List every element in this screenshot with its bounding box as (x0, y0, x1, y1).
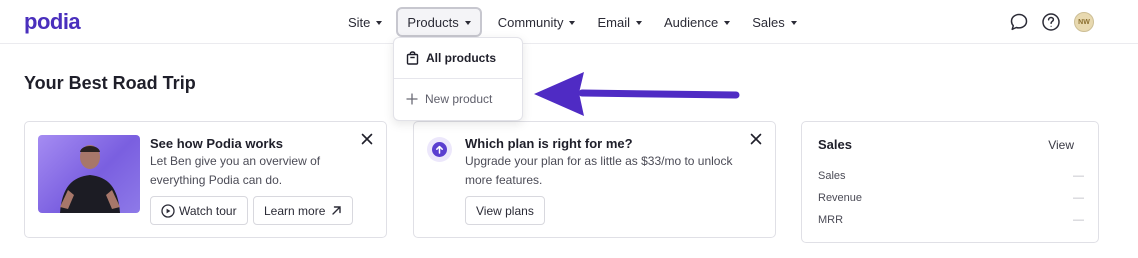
external-arrow-icon (332, 206, 342, 215)
products-dropdown-menu: All products New product (393, 37, 523, 121)
how-podia-works-card: See how Podia works Let Ben give you an … (24, 121, 387, 238)
play-circle-icon (161, 203, 175, 218)
video-thumbnail[interactable] (38, 135, 140, 213)
stat-row-revenue: Revenue — (818, 192, 1084, 204)
stat-label: Revenue (818, 192, 863, 204)
question-circle-icon[interactable] (1040, 11, 1062, 33)
nav-item-label: Products (407, 14, 459, 30)
caret-down-icon (376, 20, 383, 25)
menu-item-label: New product (425, 92, 493, 106)
button-label: Watch tour (179, 203, 237, 218)
menu-item-all-products[interactable]: All products (394, 38, 522, 79)
caret-down-icon (569, 20, 576, 25)
sales-card: Sales View Sales — Revenue — MRR — (801, 121, 1099, 243)
chat-bubble-icon[interactable] (1008, 11, 1030, 33)
stat-row-sales: Sales — (818, 170, 1084, 182)
plus-icon (406, 93, 418, 105)
nav-item-label: Email (597, 14, 630, 30)
stat-value: — (1073, 170, 1084, 182)
nav-item-email[interactable]: Email (589, 7, 650, 37)
annotation-arrow-icon (534, 72, 740, 116)
menu-item-new-product[interactable]: New product (394, 79, 522, 119)
podia-logo[interactable]: podia (24, 9, 81, 35)
learn-more-button[interactable]: Learn more (253, 196, 354, 225)
stat-value: — (1073, 214, 1084, 226)
top-navigation: podia Site Products Community Email Audi… (0, 0, 1138, 44)
stat-row-mrr: MRR — (818, 214, 1084, 226)
main-nav: Site Products Community Email Audience S… (340, 7, 811, 37)
sales-card-title: Sales (818, 137, 852, 152)
user-avatar[interactable]: NW (1074, 12, 1094, 32)
watch-tour-button[interactable]: Watch tour (150, 196, 248, 225)
shopping-bag-icon (406, 51, 419, 65)
button-label: View plans (476, 203, 534, 218)
nav-item-label: Audience (663, 14, 719, 30)
nav-item-audience[interactable]: Audience (656, 7, 738, 37)
card-title: See how Podia works (150, 136, 283, 151)
card-description: Upgrade your plan for as little as $33/m… (465, 154, 733, 187)
header-actions: NW (998, 11, 1094, 33)
stat-value: — (1073, 192, 1084, 204)
caret-down-icon (635, 20, 642, 25)
nav-item-label: Community (497, 14, 564, 30)
upgrade-arrow-icon (427, 137, 452, 162)
card-description: Let Ben give you an overview of everythi… (150, 154, 321, 187)
nav-item-community[interactable]: Community (490, 7, 584, 37)
card-title: Which plan is right for me? (465, 136, 633, 151)
stat-label: Sales (818, 170, 846, 182)
caret-down-icon (724, 20, 731, 25)
nav-item-products[interactable]: Products (396, 7, 482, 37)
stat-label: MRR (818, 214, 844, 226)
nav-item-sales[interactable]: Sales (744, 7, 805, 37)
plan-card: Which plan is right for me? Upgrade your… (413, 121, 776, 238)
view-plans-button[interactable]: View plans (465, 196, 545, 225)
nav-item-site[interactable]: Site (340, 7, 390, 37)
button-label: Learn more (264, 203, 326, 218)
nav-item-label: Sales (752, 14, 785, 30)
close-icon[interactable] (749, 132, 763, 146)
sales-view-link[interactable]: View (1048, 138, 1074, 152)
caret-down-icon (464, 20, 471, 25)
caret-down-icon (790, 20, 797, 25)
nav-item-label: Site (348, 14, 371, 30)
close-icon[interactable] (360, 132, 374, 146)
menu-item-label: All products (426, 51, 497, 65)
page-title: Your Best Road Trip (24, 73, 196, 93)
